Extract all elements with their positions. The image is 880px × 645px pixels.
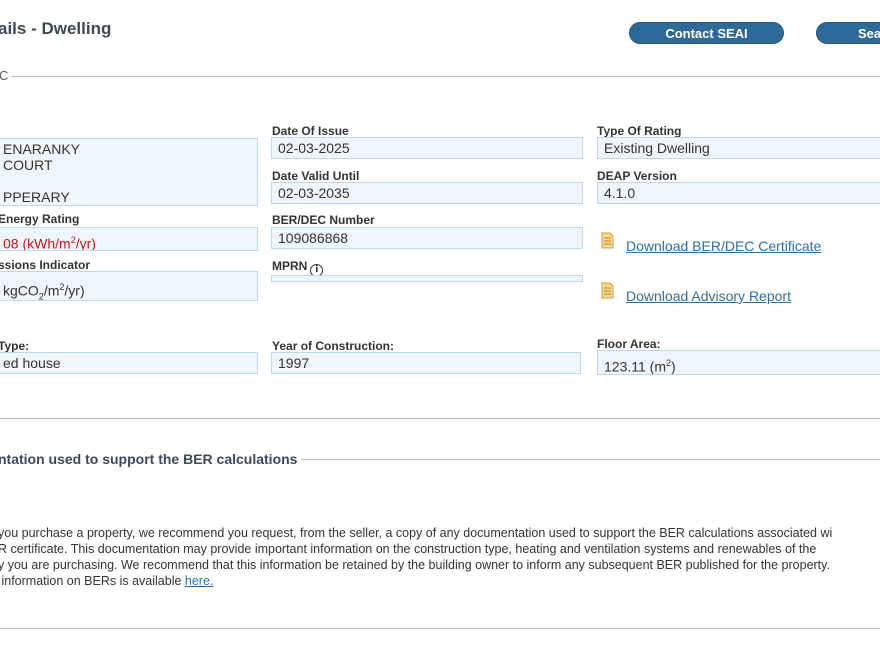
dwelling-type-field: ed house — [0, 352, 258, 374]
emissions-unit: /yr) — [64, 282, 85, 299]
paragraph-line-text: information on BERs is available — [0, 574, 185, 588]
section-legend: C — [0, 68, 13, 83]
energy-rating-label: Energy Rating — [0, 212, 80, 226]
date-of-issue-label: Date Of Issue — [272, 124, 349, 138]
contact-seai-button[interactable]: Contact SEAI — [629, 22, 784, 44]
document-icon — [601, 282, 614, 299]
documentation-paragraph: you purchase a property, we recommend yo… — [0, 525, 832, 589]
section-divider — [0, 628, 880, 629]
download-certificate-link[interactable]: Download BER/DEC Certificate — [626, 238, 821, 254]
deap-version-label: DEAP Version — [597, 169, 677, 183]
dwelling-type-label: Type: — [0, 339, 30, 353]
search-button[interactable]: Sea — [816, 22, 880, 44]
paragraph-line: information on BERs is available here. — [0, 573, 832, 589]
address-line-2: COURT — [3, 157, 53, 173]
ber-number-label: BER/DEC Number — [272, 213, 375, 227]
here-link[interactable]: here. — [185, 574, 214, 588]
section-divider — [0, 76, 880, 77]
emissions-indicator-field: kgCO2/m2/yr) — [0, 271, 258, 301]
emissions-indicator-label: ssions Indicator — [0, 258, 91, 272]
download-advisory-report-link[interactable]: Download Advisory Report — [626, 288, 791, 304]
address-field: ENARANKY COURT PPERARY — [0, 138, 258, 206]
emissions-value: kgCO — [3, 282, 39, 299]
address-line-3 — [3, 173, 257, 189]
paragraph-line: you purchase a property, we recommend yo… — [0, 526, 833, 540]
ber-number-field: 109086868 — [271, 227, 583, 249]
emissions-mid: /m — [43, 282, 60, 299]
floor-area-value: 123.11 (m — [604, 358, 666, 375]
paragraph-line: R certificate. This documentation may pr… — [0, 542, 817, 556]
energy-rating-value: 08 (kWh/m — [3, 235, 71, 251]
address-line-1: ENARANKY — [3, 141, 81, 157]
floor-area-label: Floor Area: — [597, 337, 661, 351]
energy-rating-unit: /yr) — [75, 235, 96, 251]
mprn-field — [271, 275, 583, 282]
section-legend-documentation: ntation used to support the BER calculat… — [0, 451, 302, 467]
mprn-label-text: MPRN — [272, 259, 308, 273]
date-valid-until-label: Date Valid Until — [272, 169, 360, 183]
date-of-issue-field: 02-03-2025 — [271, 137, 583, 159]
type-of-rating-field: Existing Dwelling — [597, 137, 880, 159]
document-icon — [601, 232, 614, 249]
address-line-4: PPERARY — [3, 189, 70, 205]
page-title: ails - Dwelling — [0, 19, 112, 38]
deap-version-field: 4.1.0 — [597, 182, 880, 204]
floor-area-field: 123.11 (m2) — [597, 350, 880, 375]
year-of-construction-label: Year of Construction: — [272, 339, 395, 353]
floor-area-unit: ) — [671, 358, 676, 375]
date-valid-until-field: 02-03-2035 — [271, 182, 583, 204]
type-of-rating-label: Type Of Rating — [597, 124, 682, 138]
section-divider — [0, 418, 880, 419]
paragraph-line: y you are purchasing. We recommend that … — [0, 558, 830, 572]
year-of-construction-field: 1997 — [271, 352, 581, 374]
energy-rating-field: 08 (kWh/m2/yr) — [0, 227, 258, 251]
